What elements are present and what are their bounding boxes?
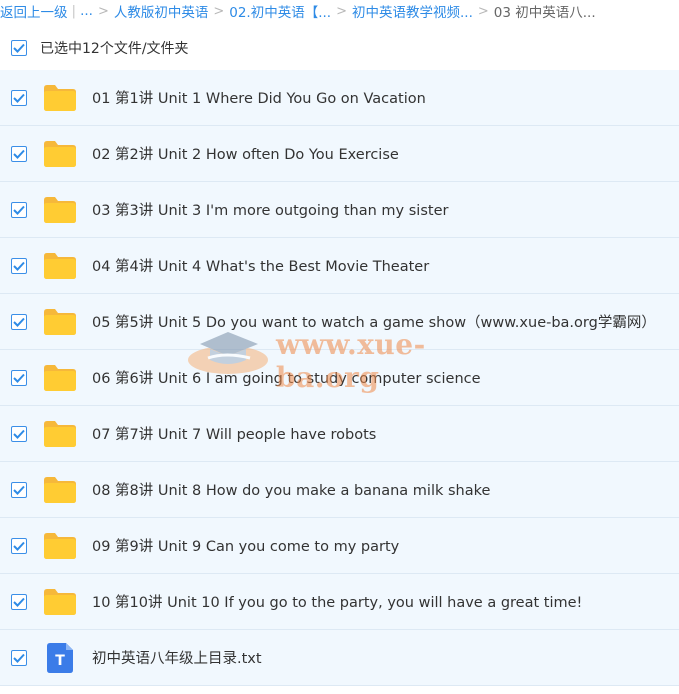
- chevron-right-icon: >: [213, 3, 225, 19]
- file-name[interactable]: 02 第2讲 Unit 2 How often Do You Exercise: [92, 143, 399, 164]
- row-checkbox[interactable]: [11, 145, 27, 162]
- selection-bar: 已选中12个文件/文件夹: [0, 28, 679, 68]
- row-checkbox[interactable]: [11, 89, 27, 106]
- folder-icon: [44, 251, 76, 281]
- file-name[interactable]: 01 第1讲 Unit 1 Where Did You Go on Vacati…: [92, 87, 426, 108]
- checkmark-icon: [13, 429, 25, 439]
- folder-icon: [44, 83, 76, 113]
- row-checkbox[interactable]: [11, 481, 27, 498]
- file-row[interactable]: 03 第3讲 Unit 3 I'm more outgoing than my …: [0, 182, 679, 238]
- breadcrumb-item[interactable]: 初中英语教学视频...: [352, 1, 473, 21]
- file-row[interactable]: 08 第8讲 Unit 8 How do you make a banana m…: [0, 462, 679, 518]
- chevron-right-icon: >: [97, 3, 109, 19]
- file-name[interactable]: 06 第6讲 Unit 6 I am going to study comput…: [92, 367, 481, 388]
- folder-icon: [44, 139, 76, 169]
- checkmark-icon: [13, 43, 25, 53]
- checkmark-icon: [13, 653, 25, 663]
- file-name[interactable]: 09 第9讲 Unit 9 Can you come to my party: [92, 535, 399, 556]
- folder-icon: [44, 419, 76, 449]
- breadcrumb-current: 03 初中英语八...: [493, 5, 596, 21]
- row-checkbox[interactable]: [11, 593, 27, 610]
- chevron-right-icon: >: [477, 3, 489, 19]
- folder-icon: [44, 307, 76, 337]
- row-checkbox[interactable]: [11, 313, 27, 330]
- file-row[interactable]: 07 第7讲 Unit 7 Will people have robots: [0, 406, 679, 462]
- file-name[interactable]: 初中英语八年级上目录.txt: [92, 647, 262, 668]
- checkmark-icon: [13, 597, 25, 607]
- select-all-checkbox[interactable]: [11, 40, 27, 56]
- row-checkbox[interactable]: [11, 537, 27, 554]
- text-file-icon: T: [44, 642, 76, 673]
- row-checkbox[interactable]: [11, 425, 27, 442]
- file-row[interactable]: 10 第10讲 Unit 10 If you go to the party, …: [0, 574, 679, 630]
- file-row[interactable]: 01 第1讲 Unit 1 Where Did You Go on Vacati…: [0, 70, 679, 126]
- file-name[interactable]: 08 第8讲 Unit 8 How do you make a banana m…: [92, 479, 490, 500]
- file-row[interactable]: 04 第4讲 Unit 4 What's the Best Movie Thea…: [0, 238, 679, 294]
- folder-icon: [44, 363, 76, 393]
- file-row[interactable]: T 初中英语八年级上目录.txt: [0, 630, 679, 686]
- file-name[interactable]: 07 第7讲 Unit 7 Will people have robots: [92, 423, 376, 444]
- file-name[interactable]: 04 第4讲 Unit 4 What's the Best Movie Thea…: [92, 255, 429, 276]
- folder-icon: [44, 195, 76, 225]
- row-checkbox[interactable]: [11, 201, 27, 218]
- selection-count: 已选中12个文件/文件夹: [40, 41, 189, 57]
- file-name[interactable]: 10 第10讲 Unit 10 If you go to the party, …: [92, 591, 582, 612]
- file-row[interactable]: 06 第6讲 Unit 6 I am going to study comput…: [0, 350, 679, 406]
- breadcrumb-ellipsis[interactable]: ...: [80, 3, 93, 19]
- checkmark-icon: [13, 541, 25, 551]
- file-name[interactable]: 05 第5讲 Unit 5 Do you want to watch a gam…: [92, 311, 656, 332]
- breadcrumb: 返回上一级 | ... > 人教版初中英语 > 02.初中英语【... > 初中…: [0, 0, 679, 22]
- checkmark-icon: [13, 93, 25, 103]
- folder-icon: [44, 531, 76, 561]
- svg-text:T: T: [55, 653, 65, 669]
- folder-icon: [44, 475, 76, 505]
- back-link[interactable]: 返回上一级: [0, 1, 68, 21]
- breadcrumb-item[interactable]: 人教版初中英语: [114, 1, 209, 21]
- file-name[interactable]: 03 第3讲 Unit 3 I'm more outgoing than my …: [92, 199, 448, 220]
- chevron-right-icon: >: [336, 3, 347, 19]
- checkmark-icon: [13, 373, 25, 383]
- checkmark-icon: [13, 485, 25, 495]
- row-checkbox[interactable]: [11, 257, 27, 274]
- checkmark-icon: [13, 261, 25, 271]
- file-list: 01 第1讲 Unit 1 Where Did You Go on Vacati…: [0, 70, 679, 686]
- file-row[interactable]: 05 第5讲 Unit 5 Do you want to watch a gam…: [0, 294, 679, 350]
- breadcrumb-divider: |: [71, 3, 77, 19]
- file-row[interactable]: 09 第9讲 Unit 9 Can you come to my party: [0, 518, 679, 574]
- row-checkbox[interactable]: [11, 649, 27, 666]
- checkmark-icon: [13, 149, 25, 159]
- row-checkbox[interactable]: [11, 369, 27, 386]
- folder-icon: [44, 587, 76, 617]
- breadcrumb-item[interactable]: 02.初中英语【...: [229, 1, 331, 21]
- checkmark-icon: [13, 205, 25, 215]
- checkmark-icon: [13, 317, 25, 327]
- file-row[interactable]: 02 第2讲 Unit 2 How often Do You Exercise: [0, 126, 679, 182]
